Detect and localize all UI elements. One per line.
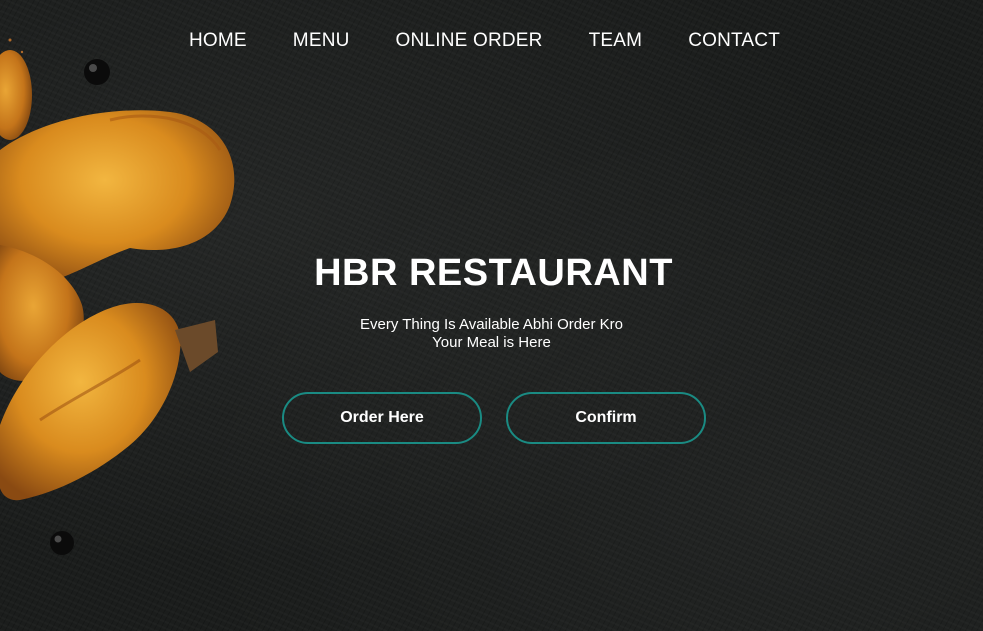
nav-contact-link[interactable]: CONTACT — [688, 30, 780, 52]
hero-buttons: Order Here Confirm — [282, 392, 706, 444]
subtitle-line-2: Your Meal is Here — [432, 334, 551, 351]
hero-section: HOME MENU ONLINE ORDER TEAM CONTACT HBR … — [0, 0, 983, 631]
subtitle-line-1: Every Thing Is Available Abhi Order Kro — [360, 316, 623, 333]
nav-home-link[interactable]: HOME — [189, 30, 247, 52]
nav-online-order-link[interactable]: ONLINE ORDER — [396, 30, 543, 52]
order-here-button[interactable]: Order Here — [282, 392, 482, 444]
hero-subtitle: Every Thing Is Available Abhi Order Kro … — [0, 316, 983, 352]
nav-menu-link[interactable]: MENU — [293, 30, 350, 52]
confirm-button[interactable]: Confirm — [506, 392, 706, 444]
main-nav: HOME MENU ONLINE ORDER TEAM CONTACT — [0, 30, 983, 52]
nav-links: HOME MENU ONLINE ORDER TEAM CONTACT — [189, 30, 780, 52]
nav-team-link[interactable]: TEAM — [589, 30, 643, 52]
restaurant-title: HBR RESTAURANT — [314, 252, 673, 294]
